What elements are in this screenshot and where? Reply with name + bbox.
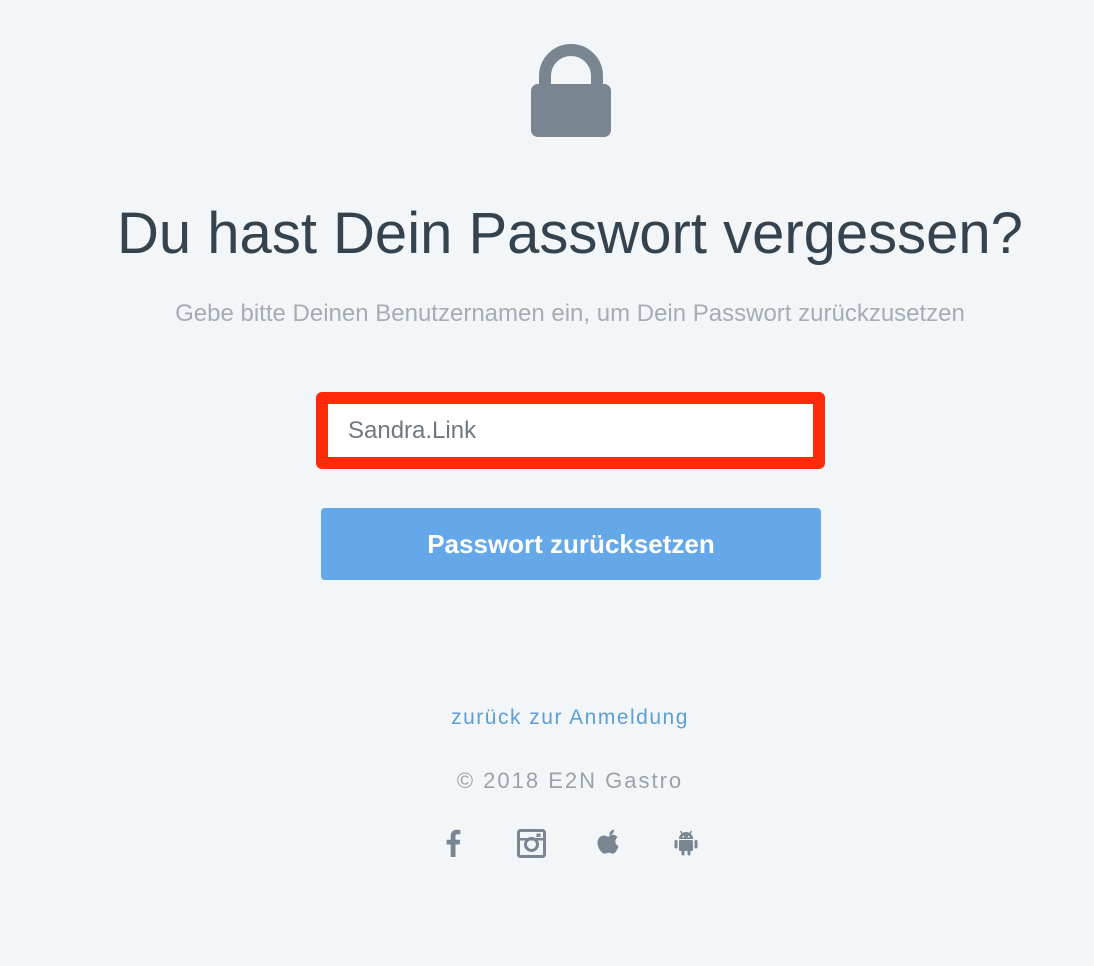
reset-password-button[interactable]: Passwort zurücksetzen	[321, 508, 821, 580]
instagram-icon[interactable]	[514, 826, 548, 860]
facebook-icon[interactable]	[436, 826, 470, 860]
copyright-text: © 2018 E2N Gastro	[456, 768, 684, 793]
username-field-highlight	[316, 392, 825, 469]
page-title: Du hast Dein Passwort vergessen?	[117, 201, 1023, 266]
back-to-login-link[interactable]: zurück zur Anmeldung	[0, 704, 1094, 732]
page-subtitle: Gebe bitte Deinen Benutzernamen ein, um …	[175, 300, 965, 327]
apple-icon[interactable]	[592, 826, 626, 860]
username-input[interactable]	[328, 404, 813, 457]
android-icon[interactable]	[669, 826, 703, 860]
lock-icon	[531, 40, 611, 137]
